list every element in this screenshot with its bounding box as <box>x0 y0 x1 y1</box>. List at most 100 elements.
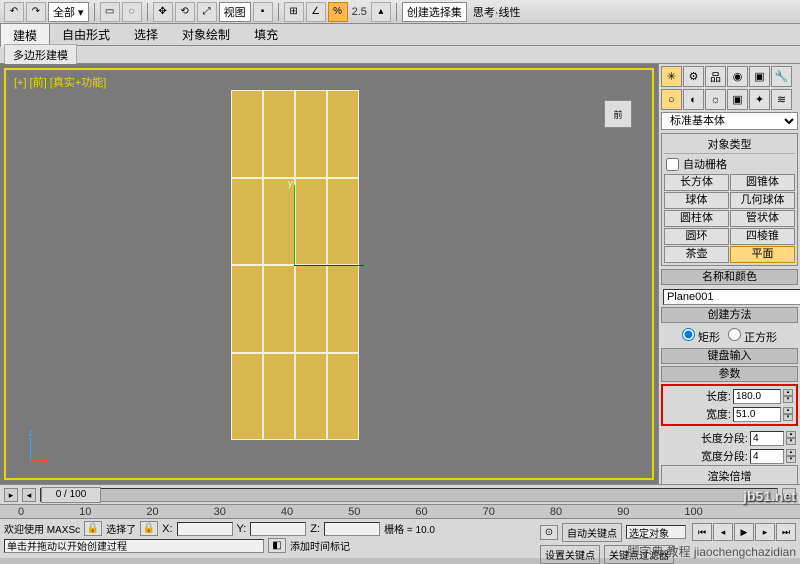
spinner-up-icon[interactable]: ▴ <box>371 2 391 22</box>
create-tab-icon[interactable]: ✳ <box>661 66 682 87</box>
menu-objectpaint[interactable]: 对象绘制 <box>170 23 242 46</box>
prev-frame-icon[interactable]: ◂ <box>713 523 733 541</box>
lsegs-spinner[interactable] <box>750 431 784 446</box>
prim-tube[interactable]: 管状体 <box>730 210 795 227</box>
rotate-icon[interactable]: ⟲ <box>175 2 195 22</box>
y-input[interactable] <box>250 522 306 536</box>
wsegs-down-icon[interactable]: ▾ <box>786 456 796 463</box>
select-region-icon[interactable]: ◌ <box>122 2 142 22</box>
prim-cylinder[interactable]: 圆柱体 <box>664 210 729 227</box>
time-slider[interactable]: 0 / 100 <box>40 488 778 502</box>
select-icon[interactable]: ▭ <box>100 2 120 22</box>
pivot-icon[interactable]: ▪ <box>253 2 273 22</box>
sel-obj-dropdown[interactable]: 选定对象 <box>626 525 686 539</box>
x-input[interactable] <box>177 522 233 536</box>
prim-plane[interactable]: 平面 <box>730 246 795 263</box>
goto-end-icon[interactable]: ⏭ <box>776 523 796 541</box>
marker-icon[interactable]: ◧ <box>268 538 286 553</box>
angle-snap-icon[interactable]: ∠ <box>306 2 326 22</box>
autogrid-label: 自动栅格 <box>683 156 727 172</box>
object-type-group: 对象类型 自动栅格 长方体 圆锥体 球体 几何球体 圆柱体 管状体 圆环 四棱锥… <box>661 133 798 266</box>
ref-coord-dropdown[interactable]: 视图 <box>219 2 251 22</box>
category-dropdown[interactable]: 标准基本体 <box>661 112 798 130</box>
helpers-icon[interactable]: ✦ <box>749 89 770 110</box>
move-icon[interactable]: ✥ <box>153 2 173 22</box>
viewport-front[interactable]: [+] [前] [真实+功能] 前 y z x <box>4 68 654 480</box>
prompt-line: 单击并拖动以开始创建过程 <box>4 539 264 553</box>
width-down-icon[interactable]: ▾ <box>783 414 793 421</box>
redo-icon[interactable]: ↷ <box>26 2 46 22</box>
prim-teapot[interactable]: 茶壶 <box>664 246 729 263</box>
params-rollout[interactable]: 参数 <box>661 366 798 382</box>
play-icon[interactable]: ▶ <box>734 523 754 541</box>
wsegs-spinner[interactable] <box>750 449 784 464</box>
z-input[interactable] <box>324 522 380 536</box>
next-frame-icon[interactable]: ▸ <box>755 523 775 541</box>
geometry-icon[interactable]: ○ <box>661 89 682 110</box>
search-field[interactable]: 思考·线性 <box>469 2 796 22</box>
time-thumb[interactable]: 0 / 100 <box>41 487 101 503</box>
percent-snap-icon[interactable]: % <box>328 2 348 22</box>
menu-populate[interactable]: 填充 <box>242 23 290 46</box>
menu-select[interactable]: 选择 <box>122 23 170 46</box>
prim-cone[interactable]: 圆锥体 <box>730 174 795 191</box>
lsegs-down-icon[interactable]: ▾ <box>786 438 796 445</box>
radio-rect[interactable]: 矩形 <box>682 328 720 345</box>
wsegs-label: 宽度分段: <box>701 448 748 464</box>
display-tab-icon[interactable]: ▣ <box>749 66 770 87</box>
render-mult-title: 渲染倍增 <box>664 468 795 484</box>
time-prev2-icon[interactable]: ◂ <box>22 488 36 502</box>
watermark-secondary: 脚字典 教程 jiaochengchazidian <box>627 543 796 560</box>
viewport-label[interactable]: [+] [前] [真实+功能] <box>14 74 106 90</box>
systems-icon[interactable]: ≋ <box>771 89 792 110</box>
lights-icon[interactable]: ☼ <box>705 89 726 110</box>
cameras-icon[interactable]: ▣ <box>727 89 748 110</box>
gizmo-x-axis[interactable] <box>294 265 364 266</box>
setkey-button[interactable]: 设置关键点 <box>540 545 600 564</box>
width-up-icon[interactable]: ▴ <box>783 407 793 414</box>
lock-icon[interactable]: 🔒 <box>84 521 102 536</box>
length-up-icon[interactable]: ▴ <box>783 389 793 396</box>
key-icon[interactable]: ⊙ <box>540 525 558 540</box>
undo-icon[interactable]: ↶ <box>4 2 24 22</box>
prim-pyramid[interactable]: 四棱锥 <box>730 228 795 245</box>
grid-label: 栅格 = 10.0 <box>384 521 435 536</box>
autokey-button[interactable]: 自动关键点 <box>562 523 622 542</box>
scale-icon[interactable]: ⤢ <box>197 2 217 22</box>
create-method-rollout[interactable]: 创建方法 <box>661 307 798 323</box>
named-sel-dropdown[interactable]: 创建选择集 <box>402 2 467 22</box>
width-spinner[interactable] <box>733 407 781 422</box>
z-label: Z: <box>310 523 320 535</box>
add-marker-label[interactable]: 添加时间标记 <box>290 538 350 553</box>
gizmo-y-label: y <box>288 178 293 188</box>
viewcube[interactable]: 前 <box>604 100 632 128</box>
goto-start-icon[interactable]: ⏮ <box>692 523 712 541</box>
radio-square[interactable]: 正方形 <box>728 328 777 345</box>
gizmo-y-axis[interactable] <box>294 185 295 265</box>
time-ruler[interactable]: 0102030405060708090100 <box>0 504 800 518</box>
name-color-rollout[interactable]: 名称和颜色 <box>661 269 798 285</box>
world-axis-tripod: z x <box>16 428 56 468</box>
snap-icon[interactable]: ⊞ <box>284 2 304 22</box>
utilities-tab-icon[interactable]: 🔧 <box>771 66 792 87</box>
autogrid-checkbox[interactable] <box>666 158 679 171</box>
welcome-label: 欢迎使用 MAXSc <box>4 521 80 536</box>
wsegs-up-icon[interactable]: ▴ <box>786 449 796 456</box>
hierarchy-tab-icon[interactable]: 品 <box>705 66 726 87</box>
poly-modeling-button[interactable]: 多边形建模 <box>4 44 77 66</box>
modify-tab-icon[interactable]: ⚙ <box>683 66 704 87</box>
lock2-icon[interactable]: 🔒 <box>140 521 158 536</box>
length-down-icon[interactable]: ▾ <box>783 396 793 403</box>
shapes-icon[interactable]: ◐ <box>683 89 704 110</box>
keyboard-rollout[interactable]: 键盘输入 <box>661 348 798 364</box>
prim-box[interactable]: 长方体 <box>664 174 729 191</box>
link-dropdown[interactable]: 全部 ▾ <box>48 2 89 22</box>
prim-geosphere[interactable]: 几何球体 <box>730 192 795 209</box>
prim-torus[interactable]: 圆环 <box>664 228 729 245</box>
motion-tab-icon[interactable]: ◉ <box>727 66 748 87</box>
lsegs-up-icon[interactable]: ▴ <box>786 431 796 438</box>
object-name-input[interactable] <box>663 289 800 305</box>
time-prev-icon[interactable]: ▸ <box>4 488 18 502</box>
prim-sphere[interactable]: 球体 <box>664 192 729 209</box>
length-spinner[interactable] <box>733 389 781 404</box>
